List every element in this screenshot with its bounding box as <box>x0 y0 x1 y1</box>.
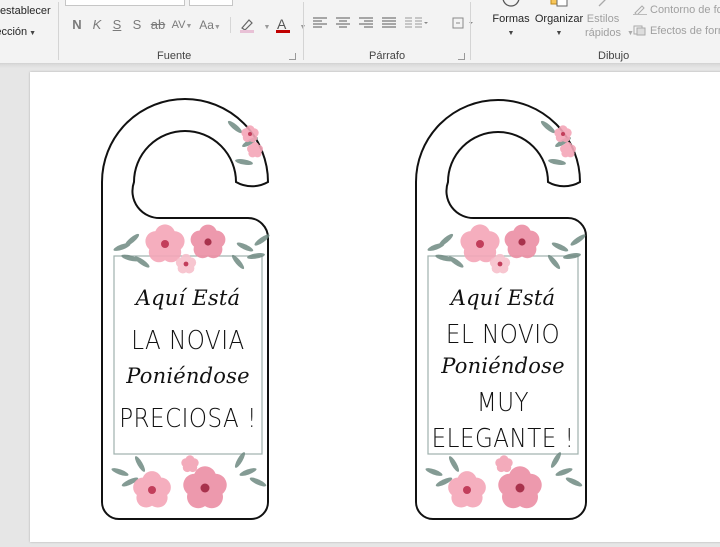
hanger-1-line-3: Poniéndose <box>126 364 250 388</box>
character-spacing-label: AV <box>171 19 186 31</box>
shapes-label: Formas <box>492 13 530 25</box>
chevron-down-icon: ▼ <box>213 24 221 31</box>
paragraph-group-label: Párrafo <box>369 50 406 62</box>
shapes-icon <box>502 0 520 7</box>
chevron-down-icon: ▼ <box>507 30 515 37</box>
document-canvas: Aquí Está LA NOVIA Poniéndose PRECIOSA !… <box>0 68 720 547</box>
chevron-down-icon: ▼ <box>555 30 563 37</box>
ribbon: Restablecer Sección▼ N K S S ab AV▼ Aa▼ <box>0 0 720 64</box>
columns-icon[interactable] <box>404 16 428 30</box>
shape-outline-button[interactable]: Contorno de fo <box>633 3 720 16</box>
italic-button[interactable]: K <box>87 16 107 34</box>
hanger-2-line-3: Poniéndose <box>441 354 565 378</box>
shape-effects-button[interactable]: Efectos de form <box>633 24 720 37</box>
document-page[interactable]: Aquí Está LA NOVIA Poniéndose PRECIOSA !… <box>30 72 720 542</box>
shape-effects-icon <box>633 25 646 36</box>
hanger-2-line-1: Aquí Está <box>450 286 556 310</box>
highlight-color-button[interactable] <box>236 16 262 34</box>
section-button[interactable]: Sección▼ <box>0 26 36 38</box>
hanger-1-line-4: PRECIOSA ! <box>119 404 257 434</box>
hanger-2-line-5: ELEGANTE ! <box>431 424 575 454</box>
dialog-launcher-icon[interactable] <box>458 53 465 60</box>
clipboard-group: Restablecer Sección▼ <box>0 0 58 63</box>
font-name-select[interactable] <box>65 0 185 6</box>
change-case-button[interactable]: Aa▼ <box>195 16 225 34</box>
hanger-1-line-2: LA NOVIA <box>131 326 245 356</box>
bold-button[interactable]: N <box>67 16 87 34</box>
font-color-swatch <box>276 30 290 33</box>
arrange-button[interactable]: Organizar ▼ <box>533 0 585 44</box>
quick-styles-icon <box>598 0 606 7</box>
chevron-down-icon: ▼ <box>29 30 37 37</box>
section-label: Sección <box>0 26 28 38</box>
font-group-label: Fuente <box>157 50 192 62</box>
pencil-icon <box>633 5 647 16</box>
font-group: N K S S ab AV▼ Aa▼ ▼ A ▼ Fuente <box>59 0 306 63</box>
align-right-icon[interactable] <box>358 16 374 30</box>
quick-styles-label-line2: rápidos <box>584 27 622 39</box>
hanger-2-line-2: EL NOVIO <box>445 320 561 350</box>
shapes-button[interactable]: Formas ▼ <box>489 0 533 44</box>
font-size-select[interactable] <box>189 0 233 6</box>
drawing-group-label: Dibujo <box>598 50 630 62</box>
dialog-launcher-icon[interactable] <box>289 53 296 60</box>
shape-effects-label: Efectos de form <box>650 25 720 37</box>
group-divider <box>230 17 231 33</box>
font-color-button[interactable]: A <box>272 16 298 34</box>
hanger-2-line-4: MUY <box>476 388 530 418</box>
highlight-color-swatch <box>240 30 254 33</box>
arrange-icon <box>550 0 568 7</box>
chevron-down-icon: ▼ <box>185 23 193 30</box>
underline-button[interactable]: S <box>107 16 127 34</box>
quick-styles-button[interactable]: Estilos rápidos ▼ <box>581 0 634 44</box>
character-spacing-button[interactable]: AV▼ <box>169 16 195 34</box>
paragraph-group: Párrafo <box>304 0 473 63</box>
hanger-1-line-1: Aquí Está <box>135 286 241 310</box>
highlighter-icon <box>241 19 253 31</box>
shadow-button[interactable]: S <box>127 16 147 34</box>
justify-icon[interactable] <box>381 16 397 30</box>
reset-label: Restablecer <box>0 5 51 17</box>
change-case-label: Aa <box>199 18 214 32</box>
drawing-group: Formas ▼ Organizar ▼ Estilos rápidos ▼ C… <box>471 0 720 63</box>
align-left-icon[interactable] <box>312 16 328 30</box>
strikethrough-button[interactable]: ab <box>147 16 169 34</box>
align-center-icon[interactable] <box>335 16 351 30</box>
shape-outline-label: Contorno de fo <box>650 4 720 16</box>
reset-button[interactable]: Restablecer <box>0 5 51 17</box>
chevron-down-icon[interactable]: ▼ <box>264 24 271 31</box>
arrange-label: Organizar <box>534 13 584 25</box>
quick-styles-label-line1: Estilos <box>586 13 620 25</box>
